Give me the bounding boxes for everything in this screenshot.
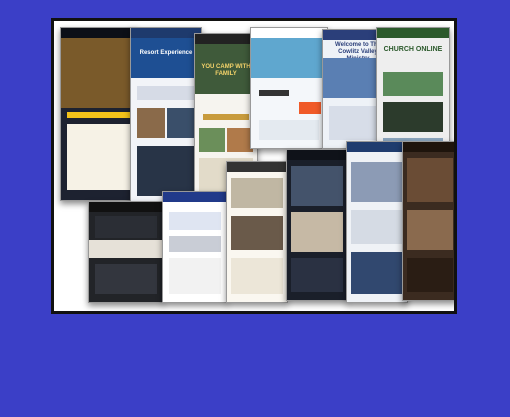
website-thumbnail-12 xyxy=(402,141,454,301)
website-collage-frame: Resort Experience YOU CAMP WITH FAMILY W… xyxy=(51,18,457,314)
website-thumbnails-stack: Resort Experience YOU CAMP WITH FAMILY W… xyxy=(54,21,454,311)
website-thumbnail-8 xyxy=(162,191,228,303)
website-thumbnail-9 xyxy=(226,161,288,303)
website-thumbnail-11 xyxy=(346,141,408,303)
website-thumbnail-4 xyxy=(250,27,328,149)
website-thumbnail-10 xyxy=(286,149,348,301)
thumbnail-3-heading: YOU CAMP WITH FAMILY xyxy=(201,64,251,77)
website-thumbnail-7 xyxy=(88,201,164,303)
website-thumbnail-2: Resort Experience xyxy=(130,27,202,207)
thumbnail-6-heading: CHURCH ONLINE xyxy=(383,46,443,53)
thumbnail-2-heading: Resort Experience xyxy=(139,50,193,56)
website-thumbnail-1 xyxy=(60,27,138,201)
